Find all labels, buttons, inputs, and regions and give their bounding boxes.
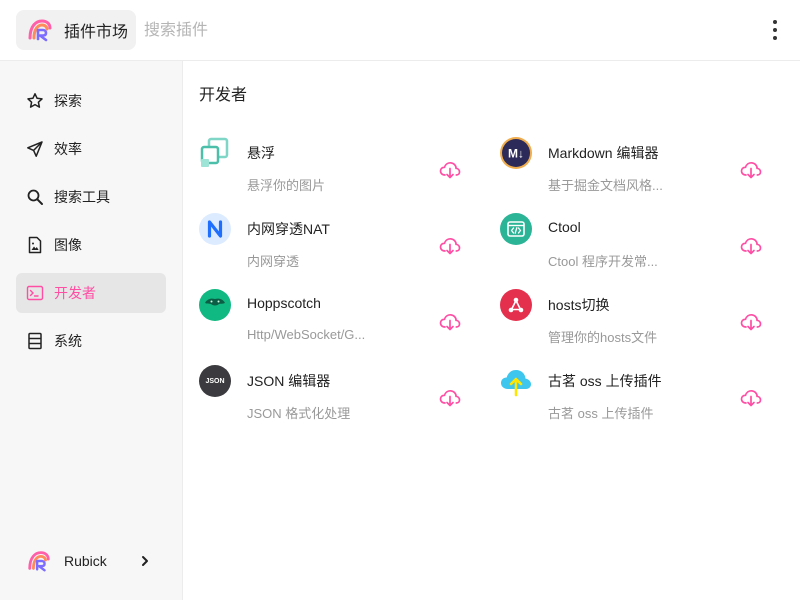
user-name: Rubick	[64, 553, 107, 569]
plugin-card-hosts[interactable]: hosts切换 管理你的hosts文件	[500, 281, 790, 345]
image-file-icon	[28, 236, 42, 254]
plugin-desc: Http/WebSocket/G...	[247, 327, 366, 342]
cloud-download-icon[interactable]	[740, 311, 762, 333]
plugin-desc: 悬浮你的图片	[247, 178, 326, 193]
plugin-desc: Ctool 程序开发常...	[548, 254, 658, 269]
cloud-download-icon[interactable]	[439, 235, 461, 257]
page-title: 插件市场	[64, 24, 129, 41]
plugin-desc: 基于掘金文档风格...	[548, 178, 663, 193]
cloud-download-icon[interactable]	[439, 159, 461, 181]
more-dot-icon	[773, 20, 777, 24]
rubick-logo-icon	[28, 19, 52, 42]
user-profile-button[interactable]: Rubick	[16, 541, 166, 581]
sidebar-item-label: 效率	[54, 141, 82, 157]
hoppscotch-icon	[199, 289, 231, 321]
cloud-download-icon[interactable]	[740, 159, 762, 181]
hosts-icon	[500, 289, 532, 321]
sidebar-item-label: 探索	[54, 93, 82, 109]
more-dot-icon	[773, 36, 777, 40]
json-icon: JSON	[199, 365, 231, 397]
market-brand[interactable]: 插件市场	[16, 10, 136, 50]
plugin-card-nat[interactable]: 内网穿透NAT 内网穿透	[199, 205, 489, 269]
float-icon	[200, 137, 229, 167]
sidebar-item-label: 搜索工具	[54, 189, 110, 205]
nat-icon	[199, 213, 231, 245]
cloud-download-icon[interactable]	[740, 387, 762, 409]
star-icon	[27, 93, 43, 108]
more-menu-button[interactable]	[764, 14, 786, 46]
plugin-name: Markdown 编辑器	[548, 145, 659, 161]
search-input[interactable]	[144, 16, 644, 46]
cloud-download-icon[interactable]	[439, 387, 461, 409]
system-icon	[28, 332, 42, 350]
sidebar-item-efficiency[interactable]: 效率	[16, 129, 166, 169]
plugin-card-json[interactable]: JSON JSON 编辑器 JSON 格式化处理	[199, 357, 489, 421]
plugin-card-float[interactable]: 悬浮 悬浮你的图片	[199, 129, 489, 193]
terminal-icon	[26, 285, 44, 301]
plugin-name: Hoppscotch	[247, 295, 321, 311]
header: 插件市场	[0, 0, 800, 61]
plugin-name: Ctool	[548, 219, 581, 235]
send-icon	[27, 141, 43, 157]
search-icon	[27, 189, 43, 205]
section-title: 开发者	[199, 87, 248, 104]
plugin-name: 古茗 oss 上传插件	[548, 373, 662, 389]
plugin-card-markdown[interactable]: M↓ Markdown 编辑器 基于掘金文档风格...	[500, 129, 790, 193]
cloud-download-icon[interactable]	[740, 235, 762, 257]
ctool-icon	[500, 213, 532, 245]
sidebar-item-explore[interactable]: 探索	[16, 81, 166, 121]
plugin-desc: 管理你的hosts文件	[548, 330, 658, 345]
main-content: 开发者 悬浮 悬浮你的图片 M↓ Markdown 编辑器 基于掘金文档风格..…	[183, 61, 800, 600]
sidebar: 探索 效率 搜索工具 图像 开发者 系统 Rubick	[0, 61, 183, 600]
cloud-download-icon[interactable]	[439, 311, 461, 333]
plugin-card-hoppscotch[interactable]: Hoppscotch Http/WebSocket/G...	[199, 281, 489, 343]
svg-text:M↓: M↓	[508, 147, 524, 161]
markdown-icon: M↓	[500, 137, 532, 169]
plugin-card-oss-upload[interactable]: 古茗 oss 上传插件 古茗 oss 上传插件	[500, 357, 790, 421]
json-icon-label: JSON	[205, 377, 225, 385]
plugin-name: JSON 编辑器	[247, 373, 331, 389]
sidebar-item-label: 图像	[54, 237, 82, 253]
plugin-name: hosts切换	[548, 297, 610, 313]
more-dot-icon	[773, 28, 777, 32]
plugin-name: 内网穿透NAT	[247, 221, 330, 237]
plugin-desc: 内网穿透	[247, 254, 300, 269]
sidebar-item-search-tools[interactable]: 搜索工具	[16, 177, 166, 217]
plugin-desc: 古茗 oss 上传插件	[548, 406, 654, 421]
sidebar-item-image[interactable]: 图像	[16, 225, 166, 265]
rubick-logo-icon	[28, 551, 50, 572]
sidebar-item-label: 系统	[54, 333, 82, 349]
cloud-upload-icon	[501, 370, 531, 397]
plugin-name: 悬浮	[247, 145, 275, 161]
sidebar-item-developer[interactable]: 开发者	[16, 273, 166, 313]
plugin-desc: JSON 格式化处理	[247, 406, 351, 421]
plugin-card-ctool[interactable]: Ctool Ctool 程序开发常...	[500, 205, 790, 269]
chevron-right-icon	[142, 556, 148, 566]
sidebar-item-label: 开发者	[54, 285, 96, 301]
sidebar-item-system[interactable]: 系统	[16, 321, 166, 361]
